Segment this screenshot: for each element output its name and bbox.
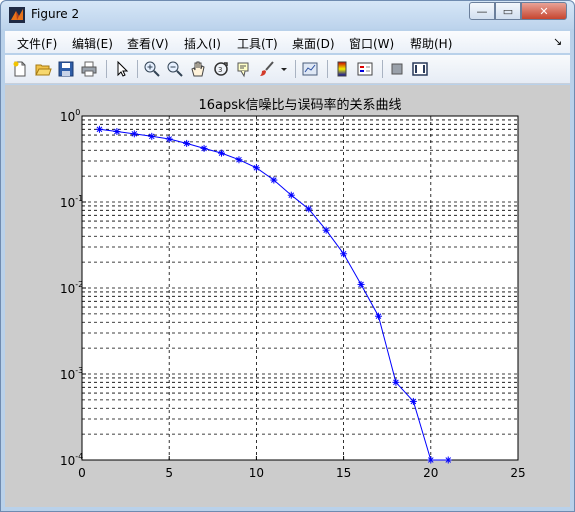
brush-icon[interactable] xyxy=(258,60,276,78)
chart-title: 16apsk信噪比与误码率的关系曲线 xyxy=(198,97,401,113)
brush-dropdown-icon[interactable] xyxy=(279,60,289,78)
menu-tools[interactable]: 工具(T) xyxy=(237,35,278,52)
menu-insert[interactable]: 插入(I) xyxy=(184,35,221,52)
close-button[interactable]: ✕ xyxy=(521,2,567,20)
y-tick-label: 10-1 xyxy=(60,194,83,210)
x-tick-label: 20 xyxy=(423,466,438,480)
data-point-marker xyxy=(235,156,243,164)
toolbar-separator xyxy=(327,60,328,78)
data-point-marker xyxy=(305,205,313,213)
menu-window[interactable]: 窗口(W) xyxy=(349,35,394,52)
toolbar-separator xyxy=(137,60,138,78)
x-tick-label: 5 xyxy=(165,466,173,480)
menu-view[interactable]: 查看(V) xyxy=(127,35,169,52)
data-point-marker xyxy=(113,128,121,136)
matlab-icon xyxy=(9,7,25,23)
data-point-marker xyxy=(252,164,260,172)
link-plot-icon[interactable] xyxy=(301,60,319,78)
legend-icon[interactable] xyxy=(356,60,374,78)
menu-desktop[interactable]: 桌面(D) xyxy=(292,35,335,52)
save-icon[interactable] xyxy=(57,60,75,78)
close-icon: ✕ xyxy=(539,4,549,18)
data-point-marker xyxy=(183,139,191,147)
x-tick-label: 15 xyxy=(336,466,351,480)
svg-text:3: 3 xyxy=(218,66,222,74)
menu-bar: 文件(F) 编辑(E) 查看(V) 插入(I) 工具(T) 桌面(D) 窗口(W… xyxy=(5,31,570,53)
y-tick-label: 100 xyxy=(60,108,80,124)
rotate-3d-icon[interactable]: 3 xyxy=(212,60,230,78)
restore-button[interactable]: ▭ xyxy=(495,2,521,20)
open-folder-icon[interactable] xyxy=(34,60,52,78)
window-title: Figure 2 xyxy=(31,7,80,21)
toolbar-separator xyxy=(295,60,296,78)
pointer-icon[interactable] xyxy=(113,60,131,78)
toolbar-separator xyxy=(382,60,383,78)
print-icon[interactable] xyxy=(80,60,98,78)
zoom-out-icon[interactable] xyxy=(166,60,184,78)
pan-hand-icon[interactable] xyxy=(189,60,207,78)
title-bar[interactable]: Figure 2 — ▭ ✕ xyxy=(1,1,574,29)
y-tick-label: 10-2 xyxy=(60,280,83,296)
menu-dock-arrow-icon[interactable]: ↘ xyxy=(553,35,562,48)
show-plot-tools-icon[interactable] xyxy=(411,60,429,78)
menu-help[interactable]: 帮助(H) xyxy=(410,35,452,52)
new-figure-icon[interactable] xyxy=(11,60,29,78)
data-point-marker xyxy=(95,125,103,133)
zoom-in-icon[interactable] xyxy=(143,60,161,78)
menu-file[interactable]: 文件(F) xyxy=(17,35,57,52)
minimize-button[interactable]: — xyxy=(469,2,495,20)
plot-svg[interactable]: 0 5 10 15 20 2510010-110-210-310-416apsk信噪比与误… xyxy=(5,85,570,507)
x-tick-label: 25 xyxy=(510,466,525,480)
x-tick-label: 10 xyxy=(249,466,264,480)
colorbar-icon[interactable] xyxy=(333,60,351,78)
minimize-icon: — xyxy=(476,4,488,18)
menu-edit[interactable]: 编辑(E) xyxy=(72,35,113,52)
hide-plot-tools-icon[interactable] xyxy=(388,60,406,78)
restore-icon: ▭ xyxy=(502,4,514,18)
data-point-marker xyxy=(200,144,208,152)
toolbar-separator xyxy=(106,60,107,78)
data-cursor-icon[interactable] xyxy=(235,60,253,78)
figure-toolbar: 3 xyxy=(5,55,570,84)
x-tick-label: 0 xyxy=(78,466,86,480)
y-tick-label: 10-3 xyxy=(60,366,83,382)
data-point-marker xyxy=(287,191,295,199)
figure-window: Figure 2 — ▭ ✕ 文件(F) 编辑(E) 查看(V) 插入(I) 工… xyxy=(0,0,575,512)
figure-canvas: 0 5 10 15 20 25 100 10-1 10-2 10-3 10-4 16apsk信噪比与误… xyxy=(5,85,570,507)
